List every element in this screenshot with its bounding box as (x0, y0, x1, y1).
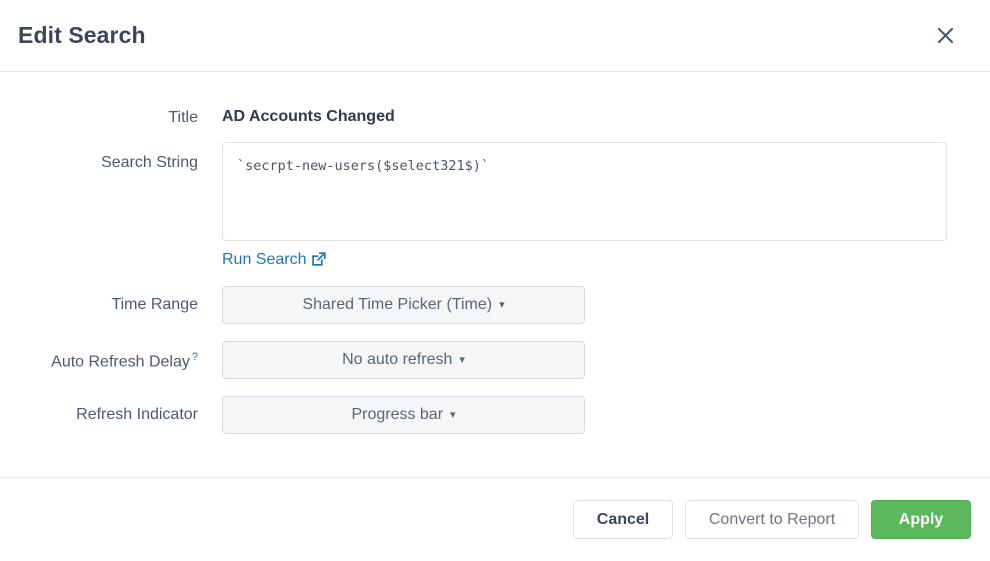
title-row: Title AD Accounts Changed (0, 106, 990, 129)
apply-button[interactable]: Apply (871, 500, 971, 539)
close-icon-glyph (937, 27, 954, 44)
time-range-row: Time Range Shared Time Picker (Time) ▾ (0, 286, 990, 324)
help-icon[interactable]: ? (192, 351, 198, 363)
title-label: Title (0, 106, 222, 129)
dialog-title: Edit Search (18, 24, 930, 47)
convert-to-report-button[interactable]: Convert to Report (685, 500, 859, 539)
close-icon[interactable] (930, 21, 960, 51)
auto-refresh-label: Auto Refresh Delay? (0, 341, 222, 373)
dialog-body: Title AD Accounts Changed Search String … (0, 72, 990, 477)
chevron-down-icon: ▾ (499, 300, 505, 311)
time-range-dropdown[interactable]: Shared Time Picker (Time) ▾ (222, 286, 585, 324)
edit-search-dialog: Edit Search Title AD Accounts Changed Se… (0, 0, 990, 561)
time-range-label: Time Range (0, 286, 222, 316)
auto-refresh-dropdown[interactable]: No auto refresh ▾ (222, 341, 585, 379)
dialog-header: Edit Search (0, 0, 990, 72)
search-title-value: AD Accounts Changed (222, 106, 990, 128)
time-range-value: Shared Time Picker (Time) (302, 296, 492, 314)
dialog-footer: Cancel Convert to Report Apply (0, 477, 990, 561)
chevron-down-icon: ▾ (459, 355, 465, 366)
refresh-indicator-dropdown[interactable]: Progress bar ▾ (222, 396, 585, 434)
search-string-label: Search String (0, 142, 222, 174)
auto-refresh-label-text: Auto Refresh Delay (51, 353, 190, 370)
refresh-indicator-value: Progress bar (351, 406, 443, 424)
auto-refresh-row: Auto Refresh Delay? No auto refresh ▾ (0, 341, 990, 379)
search-string-row: Search String Run Search (0, 142, 990, 269)
external-link-icon (312, 252, 326, 266)
search-string-input[interactable] (222, 142, 947, 241)
refresh-indicator-row: Refresh Indicator Progress bar ▾ (0, 396, 990, 434)
cancel-button[interactable]: Cancel (573, 500, 673, 539)
chevron-down-icon: ▾ (450, 410, 456, 421)
run-search-link[interactable]: Run Search (222, 250, 326, 269)
run-search-label: Run Search (222, 250, 307, 269)
refresh-indicator-label: Refresh Indicator (0, 396, 222, 426)
auto-refresh-value: No auto refresh (342, 351, 452, 369)
